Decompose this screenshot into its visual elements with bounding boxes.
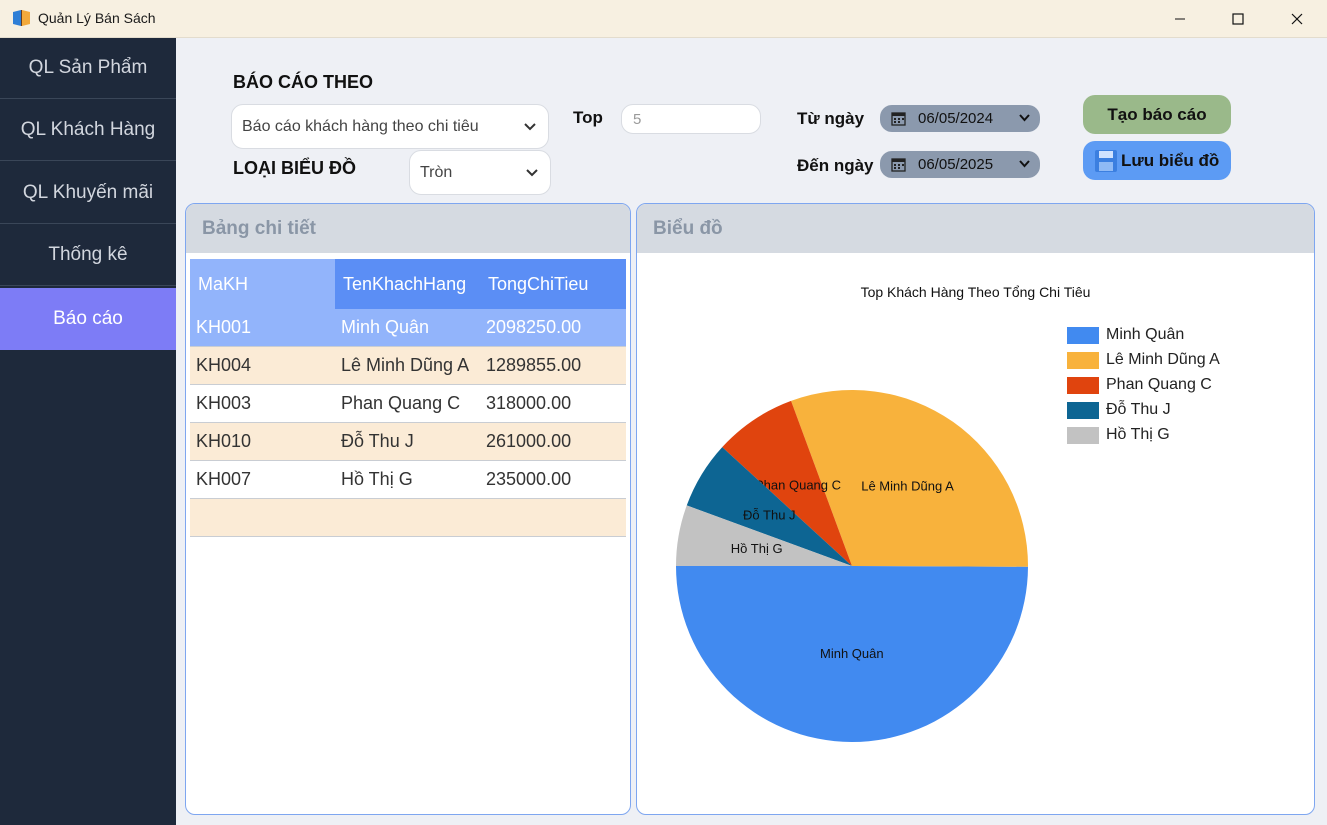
legend-swatch (1067, 376, 1099, 394)
legend-label: Đỗ Thu J (1106, 401, 1171, 418)
pie-slice-label: Đỗ Thu J (743, 508, 796, 523)
title-bar: Quản Lý Bán Sách (0, 0, 1327, 38)
sidebar: QL Sản Phẩm QL Khách Hàng QL Khuyến mãi … (0, 38, 176, 825)
column-header-makh[interactable]: MaKH (190, 259, 335, 309)
save-chart-label: Lưu biểu đồ (1121, 151, 1220, 170)
legend-swatch (1067, 401, 1099, 419)
legend-item: Đỗ Thu J (1067, 400, 1171, 420)
cell-tongchitieu: 235000.00 (486, 469, 572, 489)
chevron-down-icon (1019, 160, 1030, 168)
legend-item: Minh Quân (1067, 325, 1184, 345)
cell-tenkhachhang: Đỗ Thu J (341, 431, 414, 451)
table-row[interactable]: KH010 Đỗ Thu J 261000.00 (190, 423, 626, 461)
cell-tenkhachhang: Lê Minh Dũng A (341, 355, 470, 375)
maximize-icon (1232, 13, 1244, 25)
legend-item: Hồ Thị G (1067, 425, 1170, 445)
legend-label: Phan Quang C (1106, 376, 1212, 393)
from-date-value: 06/05/2024 (918, 110, 994, 127)
calendar-icon (891, 158, 906, 172)
chevron-down-icon (524, 122, 536, 130)
to-date-value: 06/05/2025 (918, 156, 994, 173)
minimize-icon (1175, 18, 1185, 20)
table-row[interactable]: KH003 Phan Quang C 318000.00 (190, 385, 626, 423)
chart-type-select[interactable]: Tròn (409, 150, 551, 195)
cell-makh: KH004 (196, 355, 252, 375)
report-type-value: Báo cáo khách hàng theo chi tiêu (242, 117, 479, 135)
calendar-icon (891, 112, 906, 126)
legend-item: Lê Minh Dũng A (1067, 350, 1220, 370)
top-input[interactable]: 5 (621, 104, 761, 134)
legend-swatch (1067, 326, 1099, 344)
column-header-tenkhachhang[interactable]: TenKhachHang (335, 259, 480, 309)
report-type-select[interactable]: Báo cáo khách hàng theo chi tiêu (231, 104, 549, 149)
column-header-tongchitieu[interactable]: TongChiTieu (480, 259, 626, 309)
pie-slice-label: Lê Minh Dũng A (861, 479, 954, 494)
chart-panel: Biểu đồ Top Khách Hàng Theo Tổng Chi Tiê… (636, 203, 1315, 815)
create-report-button[interactable]: Tạo báo cáo (1083, 95, 1231, 134)
cell-tenkhachhang: Minh Quân (341, 317, 430, 337)
main-content: BÁO CÁO THEO Báo cáo khách hàng theo chi… (176, 38, 1327, 825)
table-new-row[interactable] (190, 499, 626, 537)
legend-label: Hồ Thị G (1106, 426, 1170, 443)
pie-slice-label: Hồ Thị G (731, 541, 783, 556)
chevron-down-icon (526, 168, 538, 176)
to-date-label: Đến ngày (797, 156, 874, 175)
from-date-picker[interactable]: 06/05/2024 (880, 105, 1040, 132)
sidebar-item-reports[interactable]: Báo cáo (0, 288, 176, 350)
cell-tenkhachhang: Hồ Thị G (341, 469, 413, 489)
close-button[interactable] (1268, 0, 1326, 38)
cell-makh: KH003 (196, 393, 252, 413)
floppy-disk-icon (1095, 150, 1117, 172)
detail-table-title: Bảng chi tiết (186, 204, 630, 253)
pie-chart: Minh QuânLê Minh Dũng APhan Quang CĐỗ Th… (676, 390, 1028, 743)
legend-swatch (1067, 426, 1099, 444)
cell-tongchitieu: 318000.00 (486, 393, 572, 413)
legend-label: Minh Quân (1106, 326, 1185, 343)
cell-makh: KH010 (196, 431, 252, 451)
report-by-label: BÁO CÁO THEO (233, 72, 374, 92)
sidebar-item-statistics[interactable]: Thống kê (0, 225, 176, 286)
cell-tongchitieu: 1289855.00 (486, 355, 582, 375)
cell-makh: KH001 (196, 317, 252, 337)
minimize-button[interactable] (1151, 0, 1209, 38)
to-date-picker[interactable]: 06/05/2025 (880, 151, 1040, 178)
close-icon (1291, 13, 1303, 25)
legend-label: Lê Minh Dũng A (1106, 351, 1220, 368)
chart-type-label: LOẠI BIỂU ĐỒ (233, 158, 357, 178)
sidebar-item-customers[interactable]: QL Khách Hàng (0, 100, 176, 161)
chevron-down-icon (1019, 114, 1030, 122)
table-row[interactable]: KH004 Lê Minh Dũng A 1289855.00 (190, 347, 626, 385)
legend-item: Phan Quang C (1067, 375, 1212, 395)
chart-type-value: Tròn (420, 163, 453, 181)
from-date-label: Từ ngày (797, 109, 865, 128)
cell-makh: KH007 (196, 469, 252, 489)
table-row[interactable]: KH001 Minh Quân 2098250.00 (190, 309, 626, 347)
window-title: Quản Lý Bán Sách (38, 10, 156, 26)
sidebar-item-promotions[interactable]: QL Khuyến mãi (0, 163, 176, 224)
maximize-button[interactable] (1209, 0, 1267, 38)
table-header: MaKH TenKhachHang TongChiTieu (190, 259, 626, 309)
pie-slice-label: Minh Quân (820, 646, 884, 661)
legend-swatch (1067, 351, 1099, 369)
cell-tenkhachhang: Phan Quang C (341, 393, 461, 413)
table-row[interactable]: KH007 Hồ Thị G 235000.00 (190, 461, 626, 499)
book-icon (13, 10, 30, 26)
detail-table-panel: Bảng chi tiết MaKH TenKhachHang TongChiT… (185, 203, 631, 815)
sidebar-item-products[interactable]: QL Sản Phẩm (0, 38, 176, 99)
top-label: Top (573, 108, 603, 127)
cell-tongchitieu: 2098250.00 (486, 317, 582, 337)
save-chart-button[interactable]: Lưu biểu đồ (1083, 141, 1231, 180)
cell-tongchitieu: 261000.00 (486, 431, 572, 451)
